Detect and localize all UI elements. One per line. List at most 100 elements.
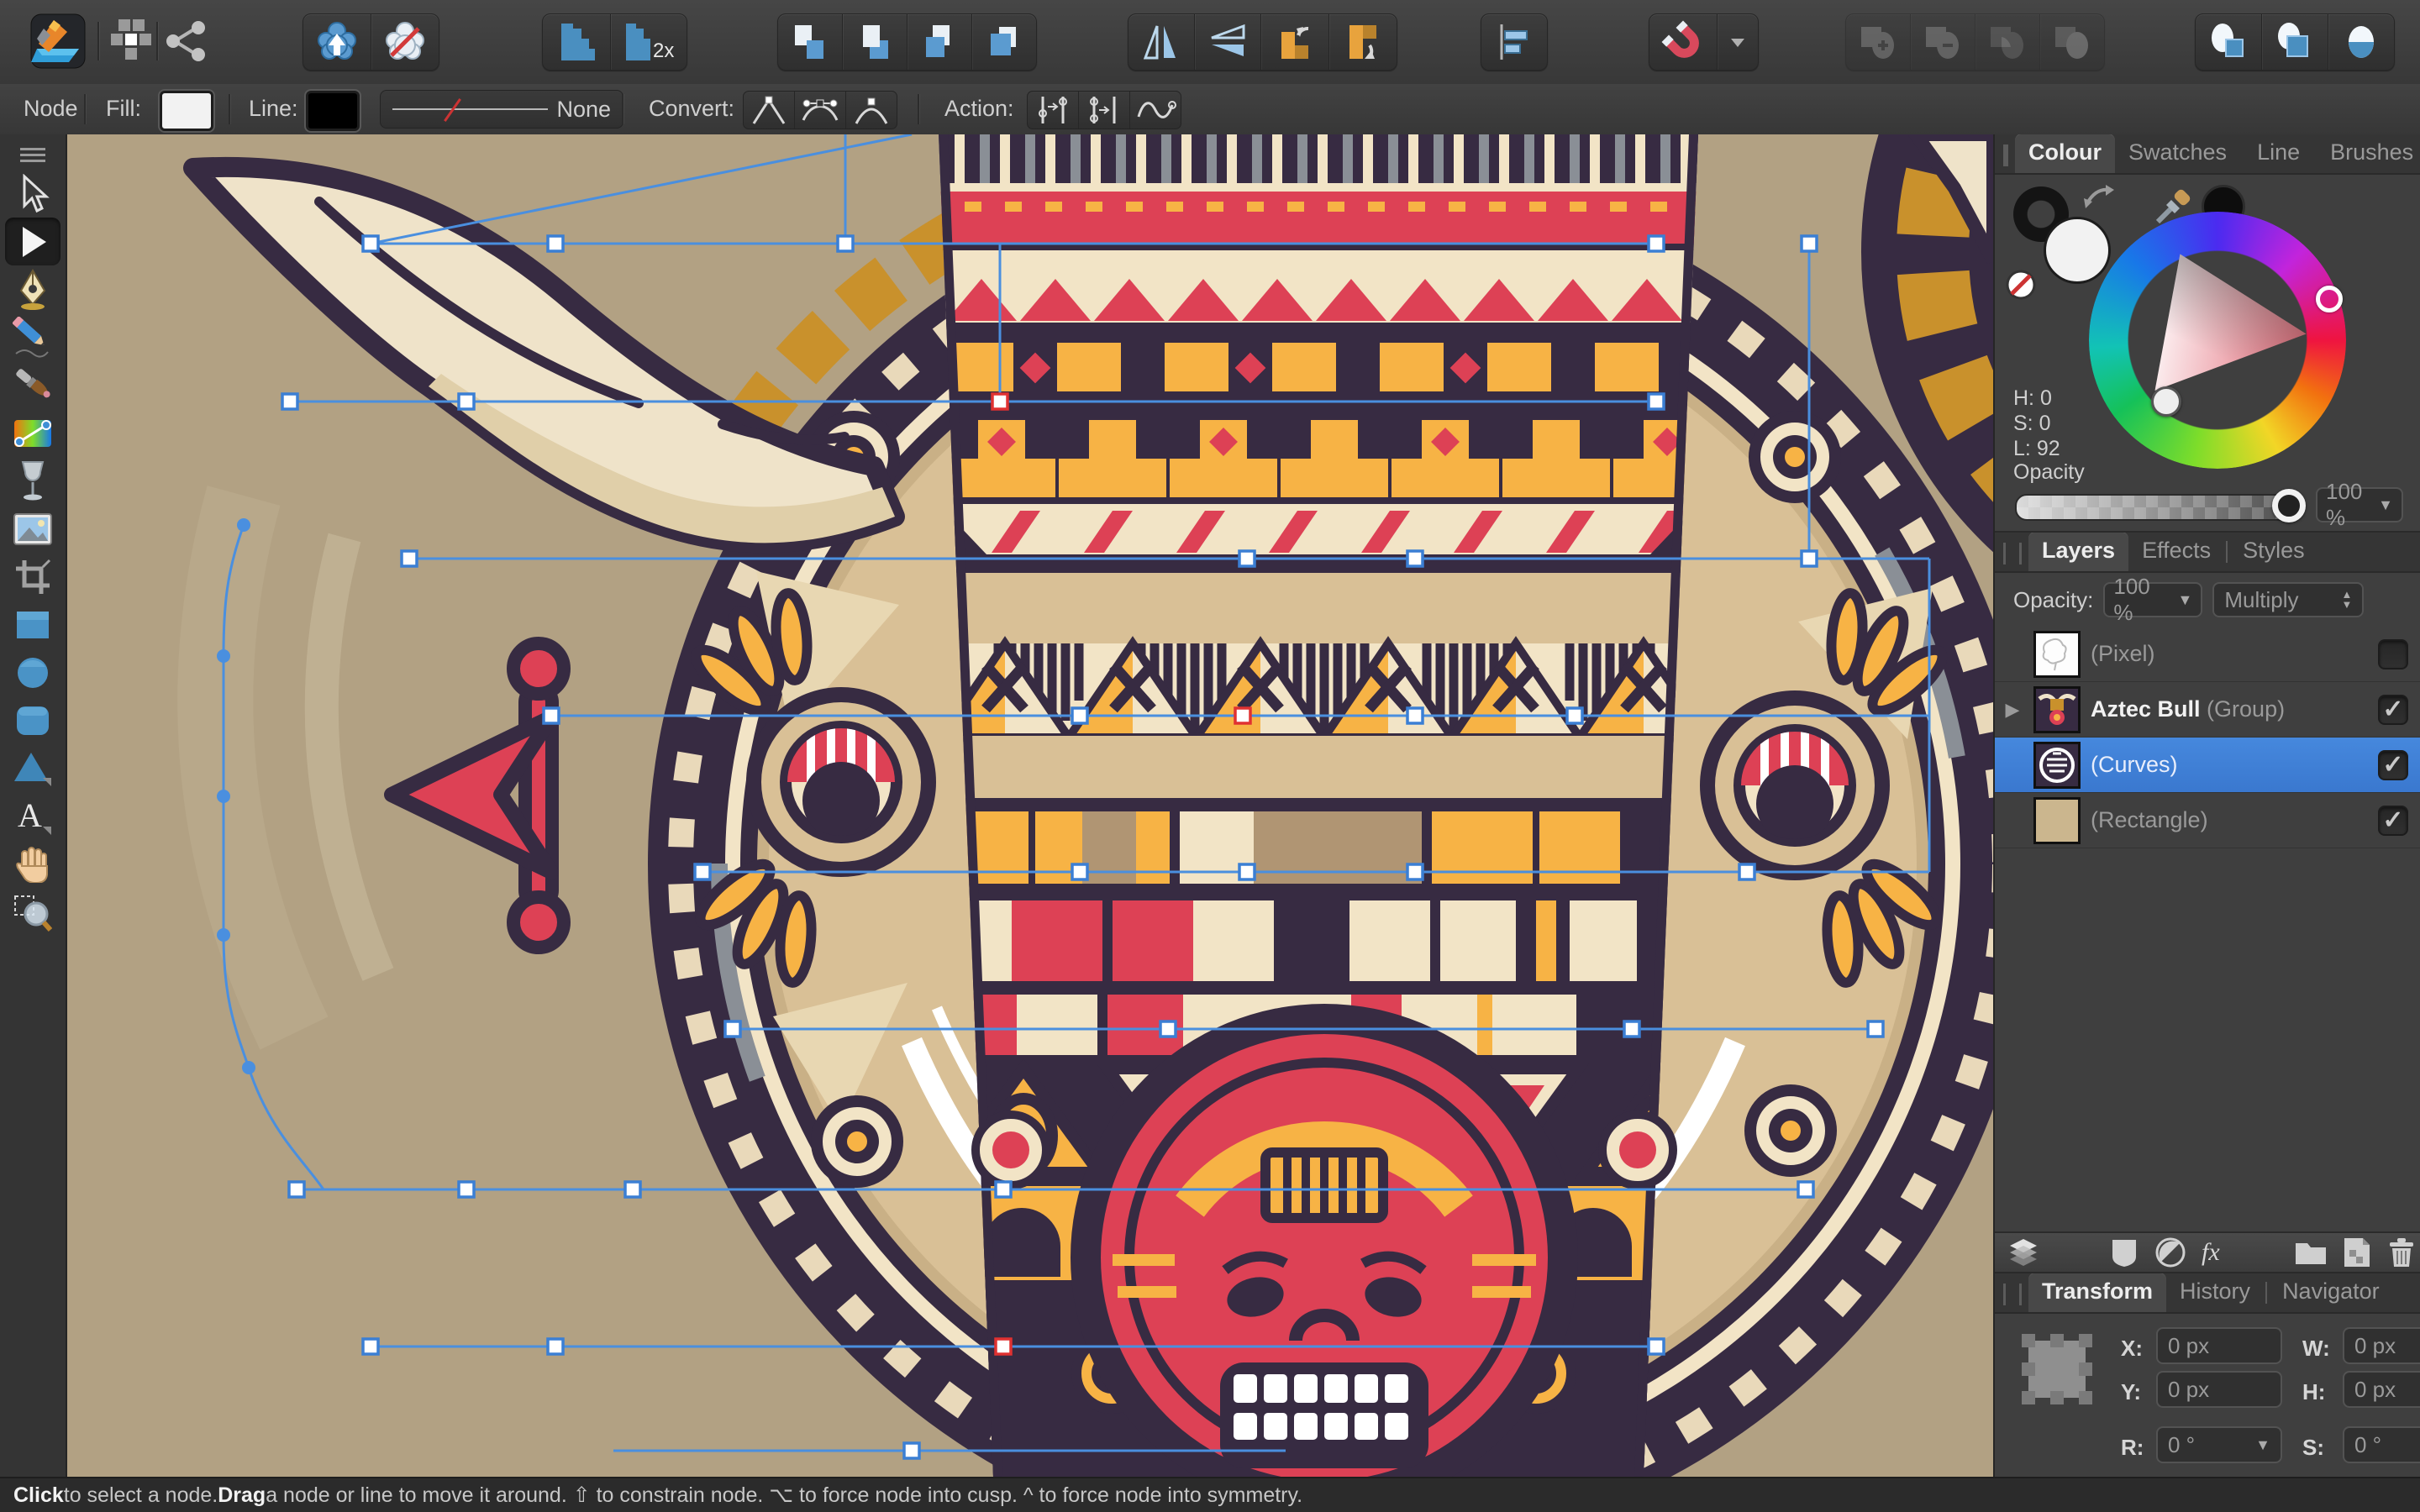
rounded-rectangle-tool[interactable] [5,696,60,744]
brush-tool[interactable] [5,361,60,409]
tab-navigator[interactable]: Navigator [2269,1273,2393,1312]
layer-visibility-checkbox[interactable]: ✓ [2378,695,2408,725]
adjustment-layer-icon[interactable] [2154,1236,2186,1268]
panel-drag-handle[interactable] [2003,1284,2022,1305]
action-close-curve-icon[interactable] [1078,92,1129,129]
insert-behind-icon[interactable] [2196,14,2261,70]
tab-styles[interactable]: Styles [2229,533,2318,571]
group-layers-icon[interactable] [2294,1238,2328,1267]
canvas-artboard[interactable] [67,134,1993,1477]
fill-colour-well[interactable] [2044,217,2111,284]
snapping-magnet-icon[interactable] [1649,14,1717,70]
ellipse-tool[interactable] [5,648,60,696]
hand-tool[interactable] [5,840,60,888]
cloud-upload-button[interactable] [303,14,371,70]
shape-tool[interactable] [5,744,60,792]
boolean-intersect-icon[interactable] [1975,14,2039,70]
tab-swatches[interactable]: Swatches [2115,134,2240,173]
new-pixel-layer-icon[interactable] [2343,1236,2371,1268]
layer-row-aztec-bull[interactable]: ▶ Aztec Bull (Group) ✓ [1995,682,2420,738]
tools-menu-icon[interactable] [5,141,60,170]
cloud-disconnect-button[interactable] [371,14,439,70]
boolean-add-icon[interactable] [1846,14,1910,70]
tab-brushes[interactable]: Brushes [2317,134,2420,173]
move-to-front-icon[interactable] [778,14,842,70]
layer-row-rectangle[interactable]: (Rectangle) ✓ [1995,793,2420,848]
rotate-cw-icon[interactable] [1328,14,1397,70]
insert-on-top-icon[interactable] [2261,14,2328,70]
convert-sharp-icon[interactable] [744,92,794,129]
personas-grid-icon[interactable] [108,13,155,69]
fx-layer-effects-icon[interactable]: fx [2202,1238,2220,1267]
node-tool[interactable] [5,218,60,265]
rotate-ccw-icon[interactable] [1260,14,1328,70]
delete-layer-trash-icon[interactable] [2386,1236,2417,1268]
convert-smooth-icon[interactable] [794,92,845,129]
text-tool[interactable]: A [5,792,60,840]
crop-tool[interactable] [5,553,60,601]
expand-arrow-icon[interactable]: ▶ [2002,699,2023,721]
move-tool[interactable] [5,170,60,218]
flip-horizontal-icon[interactable] [1128,14,1194,70]
boolean-subtract-icon[interactable] [1910,14,1975,70]
layer-visibility-checkbox[interactable] [2378,639,2408,669]
tab-line[interactable]: Line [2244,134,2313,173]
panel-drag-handle[interactable] [2003,543,2022,564]
pencil-tool[interactable] [5,313,60,361]
move-backward-icon[interactable] [907,14,971,70]
flip-vertical-icon[interactable] [1194,14,1260,70]
hue-readout: H: 0 [2013,386,2052,411]
mask-layer-icon[interactable] [2109,1236,2139,1268]
layer-visibility-checkbox[interactable]: ✓ [2378,806,2408,836]
layer-row-pixel[interactable]: (Pixel) [1995,627,2420,682]
opacity-slider-knob[interactable] [2272,489,2306,522]
convert-smart-icon[interactable] [845,92,897,129]
anchor-point-selector[interactable] [2017,1329,2097,1410]
panel-drag-handle[interactable] [2003,144,2008,166]
layers-opacity-dropdown[interactable]: 100 %▼ [2103,582,2202,617]
align-button[interactable] [1481,14,1547,70]
line-swatch[interactable] [306,91,360,131]
colour-triangle-knob[interactable] [2151,386,2181,417]
app-logo-icon[interactable] [30,13,86,69]
no-colour-icon[interactable] [2005,269,2037,301]
stroke-style-dropdown[interactable]: None [380,90,623,129]
move-forward-icon[interactable] [842,14,907,70]
x-field[interactable]: 0 px [2156,1327,2282,1364]
gradient-tool[interactable] [5,409,60,457]
pixel-preview-icon[interactable] [543,14,610,70]
move-to-back-icon[interactable] [971,14,1036,70]
tab-effects[interactable]: Effects [2128,533,2224,571]
tab-colour[interactable]: Colour [2015,134,2115,173]
place-image-tool[interactable] [5,505,60,553]
layer-options-icon[interactable] [2007,1237,2040,1268]
snapping-dropdown-arrow[interactable] [1717,14,1758,70]
insert-inside-icon[interactable] [2328,14,2394,70]
y-field[interactable]: 0 px [2156,1371,2282,1408]
swap-colours-icon[interactable] [2082,181,2116,212]
colour-opacity-value[interactable]: 100 %▼ [2316,487,2403,522]
retina-preview-icon[interactable]: 2x [610,14,687,70]
zoom-tool[interactable] [5,888,60,936]
fill-swatch[interactable] [160,91,213,131]
action-smooth-curve-icon[interactable] [1129,92,1181,129]
tab-history[interactable]: History [2166,1273,2264,1312]
tab-transform[interactable]: Transform [2028,1273,2166,1312]
blend-mode-dropdown[interactable]: Multiply ▲▼ [2212,582,2364,617]
h-field[interactable]: 0 px [2343,1371,2420,1408]
r-field[interactable]: 0 °▼ [2156,1426,2282,1463]
tab-layers[interactable]: Layers [2028,533,2128,571]
layer-visibility-checkbox[interactable]: ✓ [2378,750,2408,780]
boolean-divide-icon[interactable] [2039,14,2104,70]
layer-row-curves-selected[interactable]: (Curves) ✓ [1995,738,2420,793]
pixel-preview-group: 2x [542,13,687,71]
s-field[interactable]: 0 °▼ [2343,1426,2420,1463]
action-break-curve-icon[interactable] [1028,92,1078,129]
hue-ring-marker[interactable] [2316,286,2343,312]
share-icon[interactable] [165,13,208,69]
pen-tool[interactable] [5,265,60,313]
rectangle-tool[interactable] [5,601,60,648]
transparency-tool[interactable] [5,457,60,505]
w-field[interactable]: 0 px [2343,1327,2420,1364]
colour-opacity-slider[interactable] [2015,494,2301,521]
